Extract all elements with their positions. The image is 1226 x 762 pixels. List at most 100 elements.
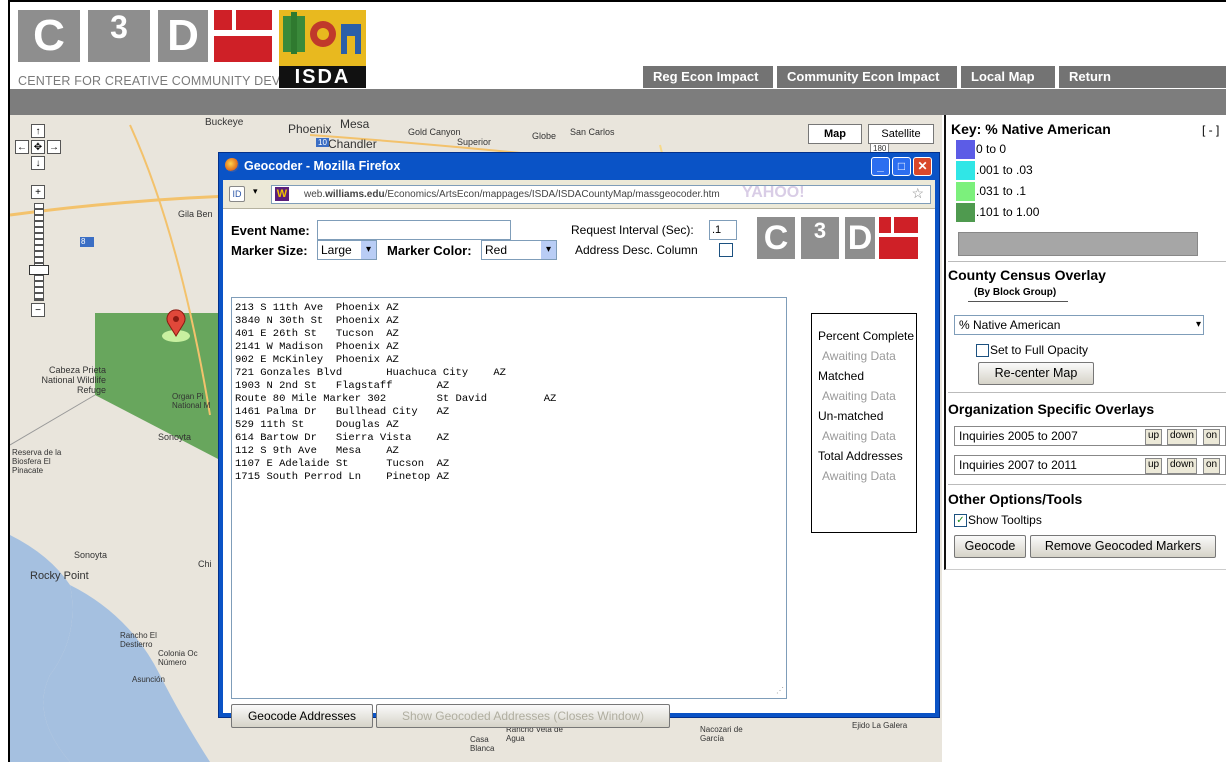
other-options-title: Other Options/Tools bbox=[948, 491, 1083, 507]
maximize-icon[interactable]: □ bbox=[892, 157, 911, 176]
status-percent-value: Awaiting Data bbox=[822, 349, 896, 363]
logo-red-block bbox=[214, 36, 272, 62]
nav-reg-econ-impact[interactable]: Reg Econ Impact bbox=[643, 66, 773, 88]
remove-geocoded-markers-button[interactable]: Remove Geocoded Markers bbox=[1030, 535, 1216, 558]
census-overlay-select[interactable]: % Native American ▾ bbox=[954, 315, 1204, 335]
census-select-value: % Native American bbox=[959, 318, 1061, 332]
key-label: .001 to .03 bbox=[976, 163, 1033, 177]
address-lines: 213 S 11th Ave Phoenix AZ 3840 N 30th St … bbox=[235, 302, 783, 484]
address-line: 112 S 9th Ave Mesa AZ bbox=[235, 445, 399, 457]
chevron-down-icon: ▾ bbox=[361, 241, 376, 259]
zoom-slider-handle[interactable] bbox=[29, 265, 49, 275]
zoom-out-icon[interactable]: − bbox=[31, 303, 45, 317]
minimize-icon[interactable]: _ bbox=[871, 157, 890, 176]
address-desc-checkbox[interactable] bbox=[719, 243, 733, 257]
pan-center-icon[interactable]: ✥ bbox=[31, 140, 45, 154]
key-label: .031 to .1 bbox=[976, 184, 1027, 198]
bookmark-star-icon[interactable]: ☆ bbox=[911, 185, 924, 202]
nav-community-econ-impact[interactable]: Community Econ Impact bbox=[777, 66, 957, 88]
overlay-down-button[interactable]: down bbox=[1167, 458, 1197, 474]
overlay-on-button[interactable]: on bbox=[1203, 429, 1221, 445]
address-line: 2141 W Madison Phoenix AZ bbox=[235, 341, 399, 353]
map-label: Organ Pi National M bbox=[172, 392, 211, 410]
zoom-in-icon[interactable]: + bbox=[31, 185, 45, 199]
side-panel: Key: % Native American [ - ] 0 to 0 .001… bbox=[944, 115, 1226, 570]
overlay-on-button[interactable]: on bbox=[1203, 458, 1221, 474]
show-geocoded-button[interactable]: Show Geocoded Addresses (Closes Window) bbox=[376, 704, 670, 728]
window-body: ID ▾ W web.williams.edu/Economics/ArtsEc… bbox=[223, 180, 935, 728]
dropdown-arrow-icon[interactable]: ▾ bbox=[253, 186, 258, 197]
nav-local-map[interactable]: Local Map bbox=[961, 66, 1055, 88]
address-line: 721 Gonzales Blvd Huachuca City AZ bbox=[235, 367, 506, 379]
address-textarea[interactable]: 213 S 11th Ave Phoenix AZ 3840 N 30th St … bbox=[231, 297, 787, 699]
map-label: Rancho El Destierro bbox=[120, 631, 157, 649]
williams-favicon-icon: W bbox=[275, 187, 289, 201]
map-label: San Carlos bbox=[570, 127, 615, 137]
address-line: 1461 Palma Dr Bullhead City AZ bbox=[235, 406, 450, 418]
map-label: Nacozari de García bbox=[700, 725, 743, 743]
map-label: Reserva de la Biosfera El Pinacate bbox=[12, 448, 62, 475]
pan-left-icon[interactable]: ← bbox=[15, 140, 29, 154]
interval-label: Request Interval (Sec): bbox=[571, 223, 694, 237]
map-type-map-button[interactable]: Map bbox=[808, 124, 862, 144]
status-panel: Percent Complete Awaiting Data Matched A… bbox=[811, 313, 917, 533]
nav-return[interactable]: Return bbox=[1059, 66, 1226, 88]
key-label: 0 to 0 bbox=[976, 142, 1007, 156]
url-prefix: web. bbox=[304, 189, 326, 200]
geocode-button[interactable]: Geocode bbox=[954, 535, 1026, 558]
map-label: Chi bbox=[198, 559, 212, 569]
key-swatch bbox=[956, 140, 975, 159]
event-name-input[interactable] bbox=[317, 220, 511, 240]
full-opacity-label: Set to Full Opacity bbox=[990, 343, 1089, 357]
geocoder-window[interactable]: Geocoder - Mozilla Firefox _ □ ✕ ID ▾ W … bbox=[218, 152, 940, 728]
map-label: Sonoyta bbox=[74, 550, 108, 560]
map-label: Mesa bbox=[340, 117, 370, 131]
org-overlay-label: Inquiries 2005 to 2007 bbox=[959, 429, 1078, 443]
pan-right-icon[interactable]: → bbox=[47, 140, 61, 154]
marker-size-value: Large bbox=[321, 243, 352, 257]
overlay-down-button[interactable]: down bbox=[1167, 429, 1197, 445]
window-titlebar[interactable]: Geocoder - Mozilla Firefox _ □ ✕ bbox=[219, 153, 939, 179]
address-line: 1715 South Perrod Ln Pinetop AZ bbox=[235, 471, 450, 483]
interval-input[interactable] bbox=[709, 220, 737, 240]
chevron-down-icon: ▾ bbox=[541, 241, 556, 259]
map-type-satellite-button[interactable]: Satellite bbox=[868, 124, 934, 144]
address-line: 3840 N 30th St Phoenix AZ bbox=[235, 315, 399, 327]
logo-red-block bbox=[236, 10, 272, 30]
url-host: williams.edu bbox=[325, 189, 385, 200]
resize-grip-icon[interactable]: ⋰ bbox=[776, 685, 784, 698]
zoom-slider-track[interactable] bbox=[34, 203, 44, 301]
marker-color-select[interactable]: Red ▾ bbox=[481, 240, 557, 260]
address-field[interactable]: W web.williams.edu/Economics/ArtsEcon/ma… bbox=[271, 184, 931, 204]
map-label: Phoenix bbox=[288, 122, 332, 136]
marker-size-select[interactable]: Large ▾ bbox=[317, 240, 377, 260]
map-label: Sonoyta bbox=[158, 432, 192, 442]
org-overlay-row: Inquiries 2005 to 2007 up down on bbox=[954, 426, 1226, 446]
site-identity-icon[interactable]: ID bbox=[229, 186, 245, 202]
url-watermark: YAHOO! bbox=[742, 184, 805, 201]
org-overlay-row: Inquiries 2007 to 2011 up down on bbox=[954, 455, 1226, 475]
map-label: Chandler bbox=[328, 137, 377, 151]
event-name-label: Event Name: bbox=[231, 223, 310, 238]
isda-label: ISDA bbox=[279, 66, 366, 88]
recenter-map-button[interactable]: Re-center Map bbox=[978, 362, 1094, 385]
status-matched-value: Awaiting Data bbox=[822, 389, 896, 403]
logo-red-block bbox=[214, 10, 232, 30]
full-opacity-checkbox[interactable] bbox=[976, 344, 989, 357]
pan-down-icon[interactable]: ↓ bbox=[31, 156, 45, 170]
geocoder-page: Event Name: Marker Size: Large ▾ Marker C… bbox=[223, 209, 935, 728]
address-line: 614 Bartow Dr Sierra Vista AZ bbox=[235, 432, 450, 444]
interstate-shield: 8 bbox=[81, 237, 86, 246]
close-icon[interactable]: ✕ bbox=[913, 157, 932, 176]
overlay-up-button[interactable]: up bbox=[1145, 458, 1163, 474]
geocode-addresses-button[interactable]: Geocode Addresses bbox=[231, 704, 373, 728]
show-tooltips-checkbox[interactable]: ✓ bbox=[954, 514, 967, 527]
org-overlay-label: Inquiries 2007 to 2011 bbox=[959, 458, 1077, 472]
collapse-key-button[interactable]: [ - ] bbox=[1202, 123, 1219, 137]
address-line: 1107 E Adelaide St Tucson AZ bbox=[235, 458, 450, 470]
overlay-up-button[interactable]: up bbox=[1145, 429, 1163, 445]
address-desc-label: Address Desc. Column bbox=[575, 243, 698, 257]
status-matched-label: Matched bbox=[818, 369, 865, 383]
address-line: 1903 N 2nd St Flagstaff AZ bbox=[235, 380, 450, 392]
pan-up-icon[interactable]: ↑ bbox=[31, 124, 45, 138]
